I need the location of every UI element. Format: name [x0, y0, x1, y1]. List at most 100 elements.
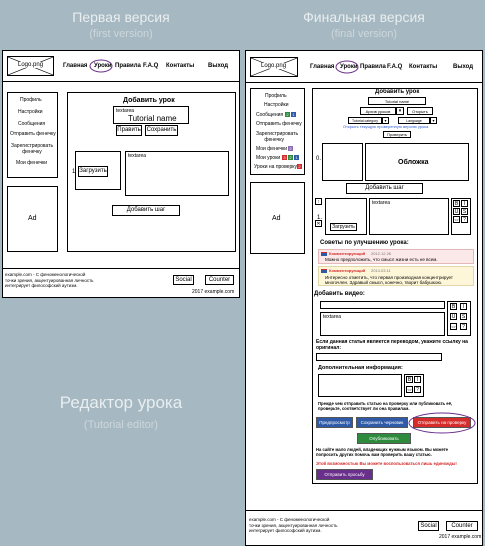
final-sidebar-profile[interactable]: Профиль	[265, 94, 287, 99]
sidebar-settings[interactable]: Настройки	[18, 110, 43, 115]
extra-info-textarea[interactable]	[318, 374, 402, 397]
open-button[interactable]: Открыть	[407, 107, 433, 115]
code-tool[interactable]: <>	[453, 216, 460, 223]
underline-tool[interactable]: U	[453, 208, 460, 215]
final-version-subheading: (final version)	[330, 28, 398, 40]
nav-faq[interactable]: F.A.Q	[143, 63, 158, 69]
people-note: На сайте мало людей, владеющих нужным яз…	[316, 447, 448, 457]
first-logo[interactable]: Logo.png	[7, 56, 54, 76]
save-draft-button[interactable]: Сохранить черновик	[356, 417, 408, 428]
final-counter-button[interactable]: Counter	[446, 521, 478, 531]
video-help-tool[interactable]: ?	[460, 323, 467, 330]
strike-tool[interactable]: S	[461, 208, 468, 215]
final-sidebar-send-chip[interactable]: Отправить фенечку	[256, 122, 302, 127]
extra-bold-tool[interactable]: B	[406, 376, 413, 383]
final-logo[interactable]: Logo.png	[250, 57, 298, 77]
first-social-button[interactable]: Social	[173, 275, 194, 285]
final-nav-home[interactable]: Главная	[310, 64, 334, 70]
preview-button[interactable]: Предпросмотр	[316, 417, 353, 428]
video-url-field[interactable]	[320, 301, 445, 309]
final-step-one: 1.	[317, 215, 323, 221]
editor-subheading: (Tutorial editor)	[83, 419, 159, 431]
view-checked-link[interactable]: Открыть текущую проверенную версию урока	[343, 125, 428, 129]
video-code-tool[interactable]: <>	[450, 323, 457, 330]
first-name-textarea[interactable]: textarea Tutorial name	[113, 106, 189, 124]
language-dropdown[interactable]: ▾	[430, 117, 437, 124]
messages-count-badge: 1	[291, 112, 296, 117]
archive-button[interactable]: Архив уроков	[360, 107, 396, 115]
nav-home[interactable]: Главная	[63, 63, 87, 69]
first-rename-button[interactable]: Править	[116, 125, 142, 136]
extra-italic-tool[interactable]: I	[414, 376, 421, 383]
sidebar-messages[interactable]: Сообщения	[18, 122, 45, 127]
tutorial-name-text: Tutorial name	[128, 114, 177, 123]
category-select[interactable]: Tutorial category	[348, 117, 382, 124]
check-button[interactable]: Проверить	[383, 131, 411, 138]
extra-help-tool[interactable]: ?	[414, 386, 421, 393]
final-sidebar-settings[interactable]: Настройки	[264, 103, 289, 108]
final-tutorial-name-field[interactable]: Tutorial name	[368, 97, 426, 105]
comment-flag-icon	[321, 269, 327, 273]
first-step-textarea[interactable]: textarea	[125, 151, 229, 196]
final-editor-title: Добавить урок	[375, 89, 420, 95]
language-select[interactable]: Language	[398, 117, 430, 124]
editor-heading: Редактор урока	[59, 393, 183, 412]
first-footer-text: example.com - С феноменологической точки…	[5, 272, 94, 288]
first-upload-button[interactable]: Загрузить	[78, 166, 108, 177]
translation-url-field[interactable]	[316, 353, 442, 361]
final-step-textarea[interactable]: textarea	[369, 198, 449, 235]
first-ad-label: Ad	[28, 215, 37, 222]
first-copyright: 2017 example.com	[192, 289, 235, 295]
video-bold-tool[interactable]: B	[450, 303, 457, 310]
bold-tool[interactable]: B	[453, 200, 460, 207]
publish-button[interactable]: Опубликовать	[357, 433, 411, 444]
final-nav-logout[interactable]: Выход	[453, 64, 473, 70]
help-tool[interactable]: ?	[461, 216, 468, 223]
nav-rules[interactable]: Правила	[115, 63, 141, 69]
first-editor-title: Добавить урок	[123, 97, 175, 104]
final-add-step-button[interactable]: Добавить шаг	[346, 183, 423, 194]
sidebar-registered-chip[interactable]: Зарегистрировать фенечку	[11, 143, 53, 155]
final-social-button[interactable]: Social	[418, 521, 439, 531]
step-close-icon[interactable]: ✕	[315, 220, 322, 227]
video-textarea[interactable]: textarea	[320, 312, 445, 336]
archive-dropdown[interactable]: ▾	[396, 107, 404, 115]
chips-count-badge: 2	[288, 146, 293, 151]
final-sidebar-messages[interactable]: Сообщения	[256, 113, 283, 118]
check-count-badge: 2	[297, 164, 302, 169]
messages-count-badge: 2	[285, 112, 290, 117]
tip-comment-2: Комментирующий 2014.03.11 Интересно отме…	[318, 266, 474, 286]
comment-flag-icon	[321, 252, 327, 256]
final-sidebar-check-lessons[interactable]: Уроки на проверку	[254, 165, 297, 170]
tip-comment-1: Комментирующий 2012.12.26 Можно предполо…	[318, 249, 474, 264]
sidebar-send-chip[interactable]: Отправить фенечку	[10, 132, 56, 137]
category-dropdown[interactable]: ▾	[382, 117, 389, 124]
send-check-highlight-icon	[408, 412, 476, 434]
first-counter-button[interactable]: Counter	[205, 275, 234, 285]
first-save-button[interactable]: Сохранить	[145, 125, 178, 136]
nav-contacts[interactable]: Контакты	[166, 63, 194, 69]
final-nav-faq[interactable]: F.A.Q	[387, 64, 402, 70]
final-upload-button[interactable]: Загрузить	[330, 223, 357, 231]
step-up-arrow[interactable]: ↑	[315, 198, 322, 205]
translation-question: Если данная статья является переводом, у…	[316, 339, 468, 351]
video-strike-tool[interactable]: S	[460, 313, 467, 320]
final-sidebar-registered-chip[interactable]: Зарегистрировать фенечку	[256, 131, 298, 143]
ask-help-button[interactable]: Отправить просьбу	[316, 469, 373, 480]
final-nav-rules[interactable]: Правила	[360, 64, 386, 70]
extra-code-tool[interactable]: <>	[406, 386, 413, 393]
video-italic-tool[interactable]: I	[460, 303, 467, 310]
cover-image-box	[322, 143, 363, 181]
first-add-step-button[interactable]: Добавить шаг	[112, 205, 180, 216]
first-version-subheading: (first version)	[89, 28, 153, 40]
sidebar-profile[interactable]: Профиль	[20, 98, 42, 103]
final-step-zero: 0.	[316, 156, 322, 162]
nav-logout[interactable]: Выход	[208, 63, 228, 69]
sidebar-my-chips[interactable]: Мои фенечки	[16, 161, 47, 166]
video-underline-tool[interactable]: U	[450, 313, 457, 320]
warning-text: Этой возможностью Вы можете воспользоват…	[316, 461, 457, 466]
final-sidebar-my-lessons[interactable]: Мои уроки	[256, 156, 280, 161]
final-sidebar-my-chips[interactable]: Мои фенечки	[256, 147, 287, 152]
italic-tool[interactable]: I	[461, 200, 468, 207]
final-nav-contacts[interactable]: Контакты	[409, 64, 437, 70]
